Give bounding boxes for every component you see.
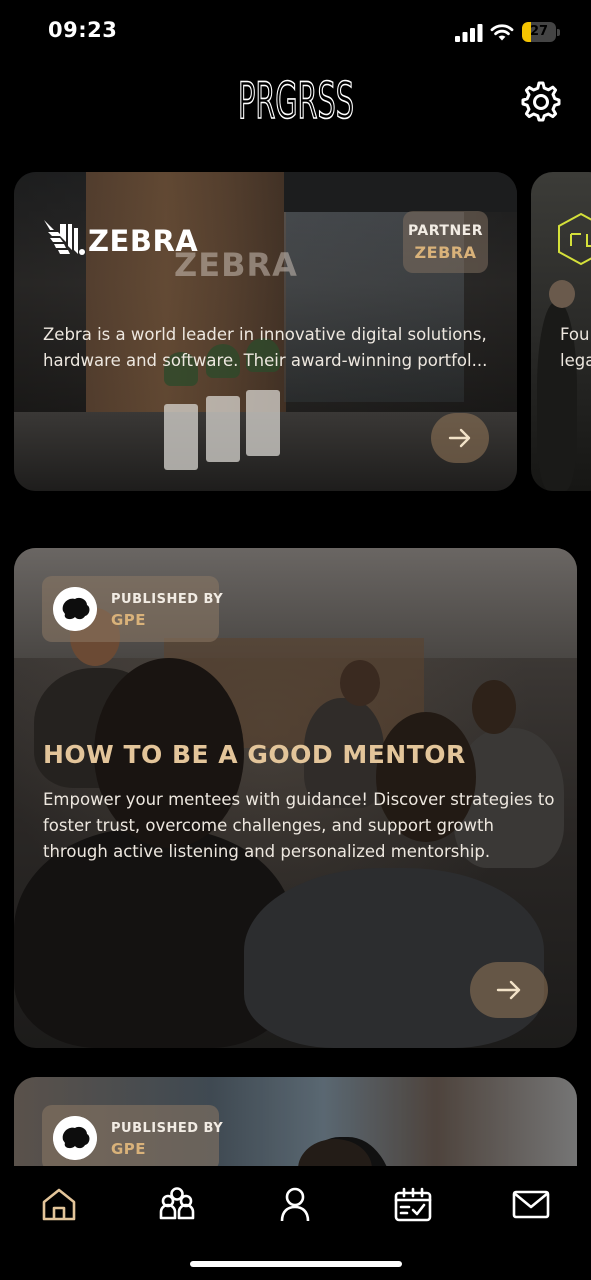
nav-messages[interactable] (511, 1184, 551, 1224)
home-icon (42, 1188, 76, 1221)
publisher-name: GPE (111, 611, 147, 629)
partner-card[interactable]: ZEBRA ZEBRA PARTNER ZEBRA Zebra is a wor… (14, 172, 517, 491)
wifi-icon (490, 24, 514, 41)
partner-badge: PARTNER ZEBRA (403, 211, 488, 273)
home-indicator (190, 1261, 402, 1267)
battery-indicator: 27 (522, 22, 560, 42)
arrow-right-icon (448, 428, 471, 448)
partner-card-next[interactable]: Fou lega (531, 172, 591, 491)
partner-open-button[interactable] (431, 413, 489, 463)
calendar-icon (394, 1187, 432, 1222)
mail-icon (512, 1190, 550, 1219)
article-card[interactable]: PUBLISHED BY GPE HOW TO BE A GOOD MENTOR… (14, 548, 577, 1048)
partner-brand-name: ZEBRA (88, 224, 199, 258)
partner-logo-icon (558, 212, 591, 266)
profile-icon (280, 1187, 310, 1222)
partner-badge-value: ZEBRA (414, 243, 477, 262)
settings-button[interactable] (520, 81, 562, 123)
nav-home[interactable] (39, 1184, 79, 1224)
article-description: Empower your mentees with guidance! Disc… (43, 790, 555, 861)
arrow-right-icon (496, 980, 521, 1000)
status-bar: 09:23 27 (0, 0, 591, 64)
publisher-avatar (53, 587, 97, 631)
gear-icon (521, 81, 561, 122)
publisher-badge: PUBLISHED BY GPE (42, 576, 223, 642)
battery-level: 27 (529, 24, 549, 39)
cellular-signal-icon (455, 24, 483, 42)
svg-text:PRGRSS: PRGRSS (238, 72, 354, 124)
next-card-description: Fou lega (560, 325, 591, 370)
zebra-head-icon (44, 220, 85, 255)
publisher-badge: PUBLISHED BY GPE (42, 1105, 223, 1171)
article-open-button[interactable] (470, 962, 548, 1018)
community-icon (159, 1187, 195, 1220)
nav-events[interactable] (393, 1184, 433, 1224)
nav-community[interactable] (157, 1184, 197, 1224)
app-logo: PRGRSS (237, 70, 355, 131)
published-by-label: PUBLISHED BY (111, 592, 224, 607)
partner-description: Zebra is a world leader in innovative di… (43, 325, 488, 370)
publisher-avatar (53, 1116, 97, 1160)
publisher-name: GPE (111, 1140, 147, 1158)
published-by-label: PUBLISHED BY (111, 1121, 224, 1136)
status-time: 09:23 (48, 18, 118, 42)
nav-profile[interactable] (275, 1184, 315, 1224)
article-title: HOW TO BE A GOOD MENTOR (43, 740, 466, 769)
app-logo-wordmark: PRGRSS (237, 71, 355, 131)
partner-badge-label: PARTNER (407, 223, 484, 239)
